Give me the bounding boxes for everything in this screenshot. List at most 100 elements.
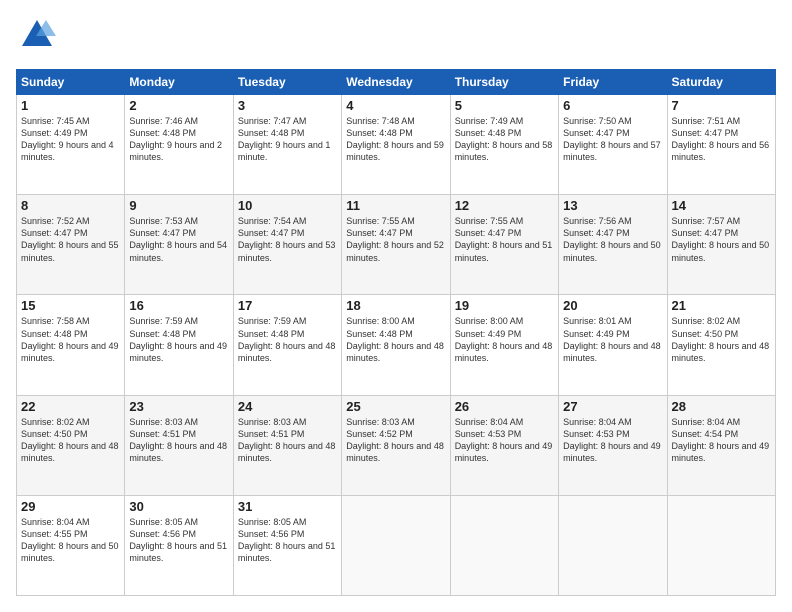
day-number: 14 bbox=[672, 198, 771, 213]
cell-content: Sunrise: 8:02 AMSunset: 4:50 PMDaylight:… bbox=[21, 416, 120, 465]
day-number: 19 bbox=[455, 298, 554, 313]
cell-content: Sunrise: 7:56 AMSunset: 4:47 PMDaylight:… bbox=[563, 215, 662, 264]
day-number: 18 bbox=[346, 298, 445, 313]
cell-content: Sunrise: 7:55 AMSunset: 4:47 PMDaylight:… bbox=[455, 215, 554, 264]
day-number: 21 bbox=[672, 298, 771, 313]
calendar-cell: 26 Sunrise: 8:04 AMSunset: 4:53 PMDayligh… bbox=[450, 395, 558, 495]
calendar-cell: 30 Sunrise: 8:05 AMSunset: 4:56 PMDayligh… bbox=[125, 495, 233, 595]
cell-content: Sunrise: 7:59 AMSunset: 4:48 PMDaylight:… bbox=[129, 315, 228, 364]
calendar-cell: 18 Sunrise: 8:00 AMSunset: 4:48 PMDayligh… bbox=[342, 295, 450, 395]
cell-content: Sunrise: 8:04 AMSunset: 4:53 PMDaylight:… bbox=[563, 416, 662, 465]
cell-content: Sunrise: 8:04 AMSunset: 4:55 PMDaylight:… bbox=[21, 516, 120, 565]
cell-content: Sunrise: 7:54 AMSunset: 4:47 PMDaylight:… bbox=[238, 215, 337, 264]
calendar-week-5: 29 Sunrise: 8:04 AMSunset: 4:55 PMDayligh… bbox=[17, 495, 776, 595]
calendar-cell: 10 Sunrise: 7:54 AMSunset: 4:47 PMDayligh… bbox=[233, 195, 341, 295]
calendar-cell: 14Sunrise: 7:57 AMSunset: 4:47 PMDayligh… bbox=[667, 195, 775, 295]
logo-icon bbox=[18, 16, 56, 59]
day-number: 20 bbox=[563, 298, 662, 313]
day-number: 5 bbox=[455, 98, 554, 113]
day-number: 29 bbox=[21, 499, 120, 514]
calendar-cell: 21 Sunrise: 8:02 AMSunset: 4:50 PMDayligh… bbox=[667, 295, 775, 395]
calendar-cell: 25 Sunrise: 8:03 AMSunset: 4:52 PMDayligh… bbox=[342, 395, 450, 495]
calendar-header-tuesday: Tuesday bbox=[233, 70, 341, 95]
day-number: 4 bbox=[346, 98, 445, 113]
calendar-week-2: 8Sunrise: 7:52 AMSunset: 4:47 PMDaylight… bbox=[17, 195, 776, 295]
calendar-week-3: 15Sunrise: 7:58 AMSunset: 4:48 PMDayligh… bbox=[17, 295, 776, 395]
cell-content: Sunrise: 8:03 AMSunset: 4:52 PMDaylight:… bbox=[346, 416, 445, 465]
calendar-cell: 2 Sunrise: 7:46 AMSunset: 4:48 PMDaylight… bbox=[125, 95, 233, 195]
calendar-cell: 24 Sunrise: 8:03 AMSunset: 4:51 PMDayligh… bbox=[233, 395, 341, 495]
calendar-header-thursday: Thursday bbox=[450, 70, 558, 95]
calendar-header-saturday: Saturday bbox=[667, 70, 775, 95]
calendar-cell bbox=[559, 495, 667, 595]
day-number: 1 bbox=[21, 98, 120, 113]
day-number: 23 bbox=[129, 399, 228, 414]
day-number: 26 bbox=[455, 399, 554, 414]
calendar-cell: 19 Sunrise: 8:00 AMSunset: 4:49 PMDayligh… bbox=[450, 295, 558, 395]
day-number: 17 bbox=[238, 298, 337, 313]
day-number: 30 bbox=[129, 499, 228, 514]
day-number: 15 bbox=[21, 298, 120, 313]
day-number: 8 bbox=[21, 198, 120, 213]
cell-content: Sunrise: 8:04 AMSunset: 4:53 PMDaylight:… bbox=[455, 416, 554, 465]
day-number: 16 bbox=[129, 298, 228, 313]
day-number: 6 bbox=[563, 98, 662, 113]
cell-content: Sunrise: 7:49 AMSunset: 4:48 PMDaylight:… bbox=[455, 115, 554, 164]
calendar-cell: 1 Sunrise: 7:45 AMSunset: 4:49 PMDaylight… bbox=[17, 95, 125, 195]
day-number: 27 bbox=[563, 399, 662, 414]
calendar-header-wednesday: Wednesday bbox=[342, 70, 450, 95]
cell-content: Sunrise: 7:45 AMSunset: 4:49 PMDaylight:… bbox=[21, 115, 120, 164]
day-number: 24 bbox=[238, 399, 337, 414]
day-number: 11 bbox=[346, 198, 445, 213]
day-number: 10 bbox=[238, 198, 337, 213]
day-number: 2 bbox=[129, 98, 228, 113]
calendar-cell bbox=[342, 495, 450, 595]
calendar-cell bbox=[667, 495, 775, 595]
cell-content: Sunrise: 8:00 AMSunset: 4:49 PMDaylight:… bbox=[455, 315, 554, 364]
cell-content: Sunrise: 7:46 AMSunset: 4:48 PMDaylight:… bbox=[129, 115, 228, 164]
calendar-cell: 23 Sunrise: 8:03 AMSunset: 4:51 PMDayligh… bbox=[125, 395, 233, 495]
calendar-cell: 6 Sunrise: 7:50 AMSunset: 4:47 PMDaylight… bbox=[559, 95, 667, 195]
cell-content: Sunrise: 7:50 AMSunset: 4:47 PMDaylight:… bbox=[563, 115, 662, 164]
day-number: 3 bbox=[238, 98, 337, 113]
cell-content: Sunrise: 8:05 AMSunset: 4:56 PMDaylight:… bbox=[238, 516, 337, 565]
day-number: 28 bbox=[672, 399, 771, 414]
calendar-cell bbox=[450, 495, 558, 595]
calendar-cell: 17 Sunrise: 7:59 AMSunset: 4:48 PMDayligh… bbox=[233, 295, 341, 395]
calendar-week-1: 1 Sunrise: 7:45 AMSunset: 4:49 PMDaylight… bbox=[17, 95, 776, 195]
cell-content: Sunrise: 8:01 AMSunset: 4:49 PMDaylight:… bbox=[563, 315, 662, 364]
cell-content: Sunrise: 8:03 AMSunset: 4:51 PMDaylight:… bbox=[129, 416, 228, 465]
day-number: 25 bbox=[346, 399, 445, 414]
cell-content: Sunrise: 7:55 AMSunset: 4:47 PMDaylight:… bbox=[346, 215, 445, 264]
calendar-cell: 5 Sunrise: 7:49 AMSunset: 4:48 PMDaylight… bbox=[450, 95, 558, 195]
calendar-cell: 31 Sunrise: 8:05 AMSunset: 4:56 PMDayligh… bbox=[233, 495, 341, 595]
page: SundayMondayTuesdayWednesdayThursdayFrid… bbox=[0, 0, 792, 612]
cell-content: Sunrise: 7:59 AMSunset: 4:48 PMDaylight:… bbox=[238, 315, 337, 364]
cell-content: Sunrise: 8:02 AMSunset: 4:50 PMDaylight:… bbox=[672, 315, 771, 364]
day-number: 31 bbox=[238, 499, 337, 514]
calendar-cell: 29 Sunrise: 8:04 AMSunset: 4:55 PMDayligh… bbox=[17, 495, 125, 595]
cell-content: Sunrise: 7:53 AMSunset: 4:47 PMDaylight:… bbox=[129, 215, 228, 264]
calendar-header-sunday: Sunday bbox=[17, 70, 125, 95]
cell-content: Sunrise: 8:04 AMSunset: 4:54 PMDaylight:… bbox=[672, 416, 771, 465]
calendar-cell: 4Sunrise: 7:48 AMSunset: 4:48 PMDaylight… bbox=[342, 95, 450, 195]
calendar-cell: 22Sunrise: 8:02 AMSunset: 4:50 PMDayligh… bbox=[17, 395, 125, 495]
logo bbox=[16, 16, 56, 59]
calendar-header-row: SundayMondayTuesdayWednesdayThursdayFrid… bbox=[17, 70, 776, 95]
calendar-header-monday: Monday bbox=[125, 70, 233, 95]
cell-content: Sunrise: 8:00 AMSunset: 4:48 PMDaylight:… bbox=[346, 315, 445, 364]
calendar-cell: 11 Sunrise: 7:55 AMSunset: 4:47 PMDayligh… bbox=[342, 195, 450, 295]
calendar-cell: 13Sunrise: 7:56 AMSunset: 4:47 PMDayligh… bbox=[559, 195, 667, 295]
calendar-cell: 12 Sunrise: 7:55 AMSunset: 4:47 PMDayligh… bbox=[450, 195, 558, 295]
calendar-cell: 3 Sunrise: 7:47 AMSunset: 4:48 PMDaylight… bbox=[233, 95, 341, 195]
calendar-cell: 9Sunrise: 7:53 AMSunset: 4:47 PMDaylight… bbox=[125, 195, 233, 295]
cell-content: Sunrise: 8:03 AMSunset: 4:51 PMDaylight:… bbox=[238, 416, 337, 465]
cell-content: Sunrise: 8:05 AMSunset: 4:56 PMDaylight:… bbox=[129, 516, 228, 565]
cell-content: Sunrise: 7:47 AMSunset: 4:48 PMDaylight:… bbox=[238, 115, 337, 164]
day-number: 12 bbox=[455, 198, 554, 213]
calendar-table: SundayMondayTuesdayWednesdayThursdayFrid… bbox=[16, 69, 776, 596]
calendar-cell: 28 Sunrise: 8:04 AMSunset: 4:54 PMDayligh… bbox=[667, 395, 775, 495]
calendar-cell: 15Sunrise: 7:58 AMSunset: 4:48 PMDayligh… bbox=[17, 295, 125, 395]
calendar-cell: 20 Sunrise: 8:01 AMSunset: 4:49 PMDayligh… bbox=[559, 295, 667, 395]
calendar-week-4: 22Sunrise: 8:02 AMSunset: 4:50 PMDayligh… bbox=[17, 395, 776, 495]
